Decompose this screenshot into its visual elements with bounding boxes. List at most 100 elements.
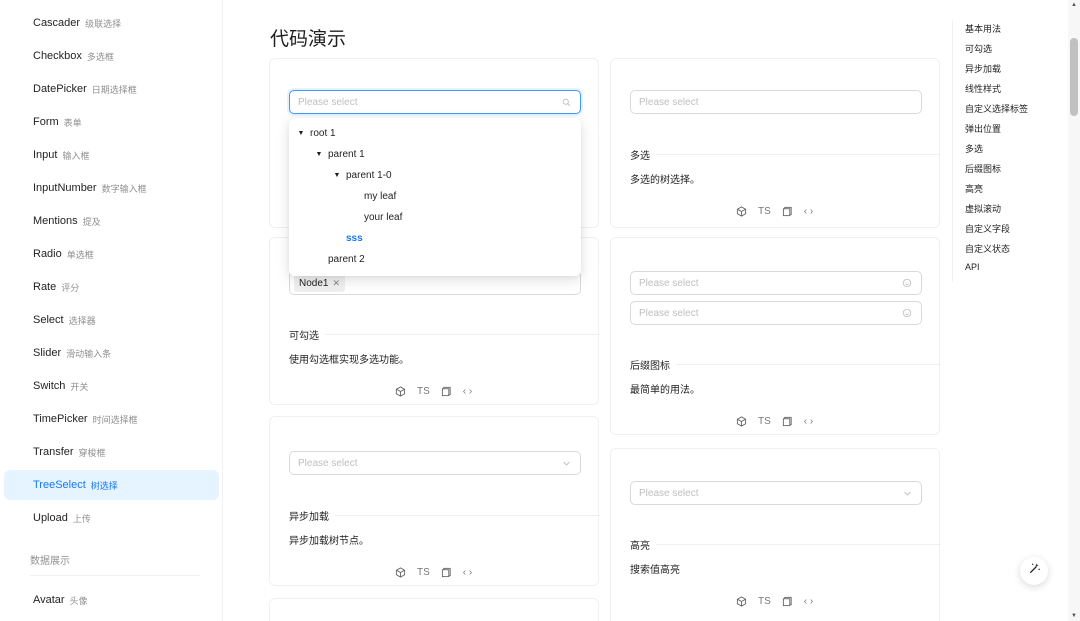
codesandbox-icon[interactable] bbox=[736, 205, 747, 217]
sidebar-item-transfer[interactable]: Transfer 穿梭框 bbox=[4, 437, 219, 467]
anchor-item-async[interactable]: 异步加载 bbox=[965, 62, 1001, 75]
anchor-item-virtual[interactable]: 虚拟滚动 bbox=[965, 202, 1001, 215]
placeholder-text: Please select bbox=[639, 96, 699, 108]
ts-toggle[interactable]: TS bbox=[758, 205, 771, 217]
ts-toggle[interactable]: TS bbox=[417, 385, 430, 397]
sidebar-item-label: Transfer bbox=[33, 446, 74, 458]
sidebar-item-sub: 提及 bbox=[82, 216, 101, 227]
demo-actions: TS ‹ › bbox=[395, 566, 472, 578]
anchor-item-custom-tag[interactable]: 自定义选择标签 bbox=[965, 102, 1028, 115]
copy-icon[interactable] bbox=[782, 595, 793, 607]
code-expand-icon[interactable]: ‹ › bbox=[463, 385, 472, 397]
copy-icon[interactable] bbox=[441, 566, 452, 578]
tag-label: Node1 bbox=[299, 277, 329, 289]
caret-down-icon[interactable]: ▼ bbox=[332, 172, 342, 179]
page-scrollbar[interactable]: ▲ ▼ bbox=[1068, 0, 1080, 621]
ts-toggle[interactable]: TS bbox=[417, 566, 430, 578]
meta-divider bbox=[289, 334, 600, 335]
ts-toggle[interactable]: TS bbox=[758, 595, 771, 607]
caret-down-icon[interactable]: ▼ bbox=[296, 130, 306, 137]
sidebar-item-label: Checkbox bbox=[33, 50, 82, 62]
sidebar-item-rate[interactable]: Rate 评分 bbox=[4, 272, 219, 302]
anchor-item-field-names[interactable]: 自定义字段 bbox=[965, 222, 1010, 235]
sidebar-item-avatar[interactable]: Avatar 头像 bbox=[4, 585, 219, 615]
meta-divider bbox=[630, 544, 941, 545]
scroll-up-icon[interactable]: ▲ bbox=[1070, 2, 1078, 8]
sidebar-item-label: Switch bbox=[33, 380, 66, 392]
sidebar-item-checkbox[interactable]: Checkbox 多选框 bbox=[4, 41, 219, 71]
placeholder-text: Please select bbox=[639, 307, 699, 319]
sidebar-item-mentions[interactable]: Mentions 提及 bbox=[4, 206, 219, 236]
sidebar-item-label: Radio bbox=[33, 248, 62, 260]
sidebar-item-select[interactable]: Select 选择器 bbox=[4, 305, 219, 335]
anchor-item-highlight[interactable]: 高亮 bbox=[965, 182, 983, 195]
highlight-treeselect[interactable]: Please select bbox=[630, 481, 922, 505]
tree-node-your-leaf[interactable]: your leaf bbox=[350, 207, 402, 227]
copy-icon[interactable] bbox=[782, 415, 793, 427]
code-expand-icon[interactable]: ‹ › bbox=[804, 595, 813, 607]
anchor-item-suffix[interactable]: 后缀图标 bbox=[965, 162, 1001, 175]
copy-icon[interactable] bbox=[782, 205, 793, 217]
scroll-down-icon[interactable]: ▼ bbox=[1070, 613, 1078, 619]
demo-description: 异步加载树节点。 bbox=[289, 536, 369, 547]
suffix-treeselect-2[interactable]: Please select bbox=[630, 301, 922, 325]
sidebar-item-treeselect[interactable]: TreeSelect 树选择 bbox=[4, 470, 219, 500]
sidebar-item-inputnumber[interactable]: InputNumber 数字输入框 bbox=[4, 173, 219, 203]
meta-divider bbox=[630, 154, 941, 155]
anchor-item-multiple[interactable]: 多选 bbox=[965, 142, 983, 155]
tree-node-parent-1[interactable]: ▼ parent 1 bbox=[314, 144, 365, 164]
close-icon[interactable]: ✕ bbox=[332, 278, 340, 289]
multiple-treeselect[interactable]: Please select bbox=[630, 90, 922, 114]
sidebar-item-cascader[interactable]: Cascader 级联选择 bbox=[4, 8, 219, 38]
sidebar-item-switch[interactable]: Switch 开关 bbox=[4, 371, 219, 401]
theme-switch-button[interactable] bbox=[1020, 557, 1048, 585]
tree-node-parent-2[interactable]: parent 2 bbox=[314, 249, 365, 269]
codesandbox-icon[interactable] bbox=[395, 385, 406, 397]
anchor-item-basic[interactable]: 基本用法 bbox=[965, 22, 1001, 35]
sidebar-item-label: TreeSelect bbox=[33, 479, 86, 491]
sidebar-item-form[interactable]: Form 表单 bbox=[4, 107, 219, 137]
codesandbox-icon[interactable] bbox=[395, 566, 406, 578]
sidebar-item-upload[interactable]: Upload 上传 bbox=[4, 503, 219, 533]
sidebar-item-sub: 输入框 bbox=[62, 150, 90, 161]
sidebar-item-slider[interactable]: Slider 滑动输入条 bbox=[4, 338, 219, 368]
anchor-item-checkable[interactable]: 可勾选 bbox=[965, 42, 992, 55]
sidebar-item-input[interactable]: Input 输入框 bbox=[4, 140, 219, 170]
demo-title: 后缀图标 bbox=[630, 357, 676, 372]
tree-node-parent-1-0[interactable]: ▼ parent 1-0 bbox=[332, 165, 392, 185]
tree-node-my-leaf[interactable]: my leaf bbox=[350, 186, 396, 206]
code-expand-icon[interactable]: ‹ › bbox=[804, 415, 813, 427]
codesandbox-icon[interactable] bbox=[736, 595, 747, 607]
demo-actions: TS ‹ › bbox=[395, 385, 472, 397]
codesandbox-icon[interactable] bbox=[736, 415, 747, 427]
ts-toggle[interactable]: TS bbox=[758, 415, 771, 427]
placeholder-text: Please select bbox=[639, 277, 699, 289]
sidebar-item-sub: 级联选择 bbox=[85, 18, 122, 29]
tree-node-root-1[interactable]: ▼ root 1 bbox=[296, 123, 336, 143]
code-expand-icon[interactable]: ‹ › bbox=[463, 566, 472, 578]
sidebar-item-radio[interactable]: Radio 单选框 bbox=[4, 239, 219, 269]
demo-card-highlight: Please select 高亮 搜索值高亮 TS ‹ › bbox=[610, 448, 941, 621]
sidebar-item-label: Form bbox=[33, 116, 59, 128]
anchor-item-line[interactable]: 线性样式 bbox=[965, 82, 1001, 95]
smile-icon bbox=[901, 307, 913, 319]
sidebar-item-datepicker[interactable]: DatePicker 日期选择框 bbox=[4, 74, 219, 104]
scroll-thumb[interactable] bbox=[1070, 38, 1078, 116]
anchor-item-status[interactable]: 自定义状态 bbox=[965, 242, 1010, 255]
sidebar-item-timepicker[interactable]: TimePicker 时间选择框 bbox=[4, 404, 219, 434]
demo-title: 多选 bbox=[630, 147, 656, 162]
sidebar-item-sub: 开关 bbox=[70, 381, 89, 392]
sidebar-item-sub: 滑动输入条 bbox=[66, 348, 112, 359]
caret-down-icon[interactable]: ▼ bbox=[314, 151, 324, 158]
code-expand-icon[interactable]: ‹ › bbox=[804, 205, 813, 217]
sidebar-item-sub: 选择器 bbox=[68, 315, 96, 326]
anchor-item-placement[interactable]: 弹出位置 bbox=[965, 122, 1001, 135]
copy-icon[interactable] bbox=[441, 385, 452, 397]
sidebar-item-sub: 单选框 bbox=[66, 249, 94, 260]
async-treeselect[interactable]: Please select bbox=[289, 451, 581, 475]
suffix-treeselect-1[interactable]: Please select bbox=[630, 271, 922, 295]
anchor-item-api[interactable]: API bbox=[965, 262, 980, 272]
demo-title: 高亮 bbox=[630, 537, 656, 552]
basic-treeselect[interactable]: Please select bbox=[289, 90, 581, 114]
tree-node-sss[interactable]: sss bbox=[332, 228, 363, 248]
